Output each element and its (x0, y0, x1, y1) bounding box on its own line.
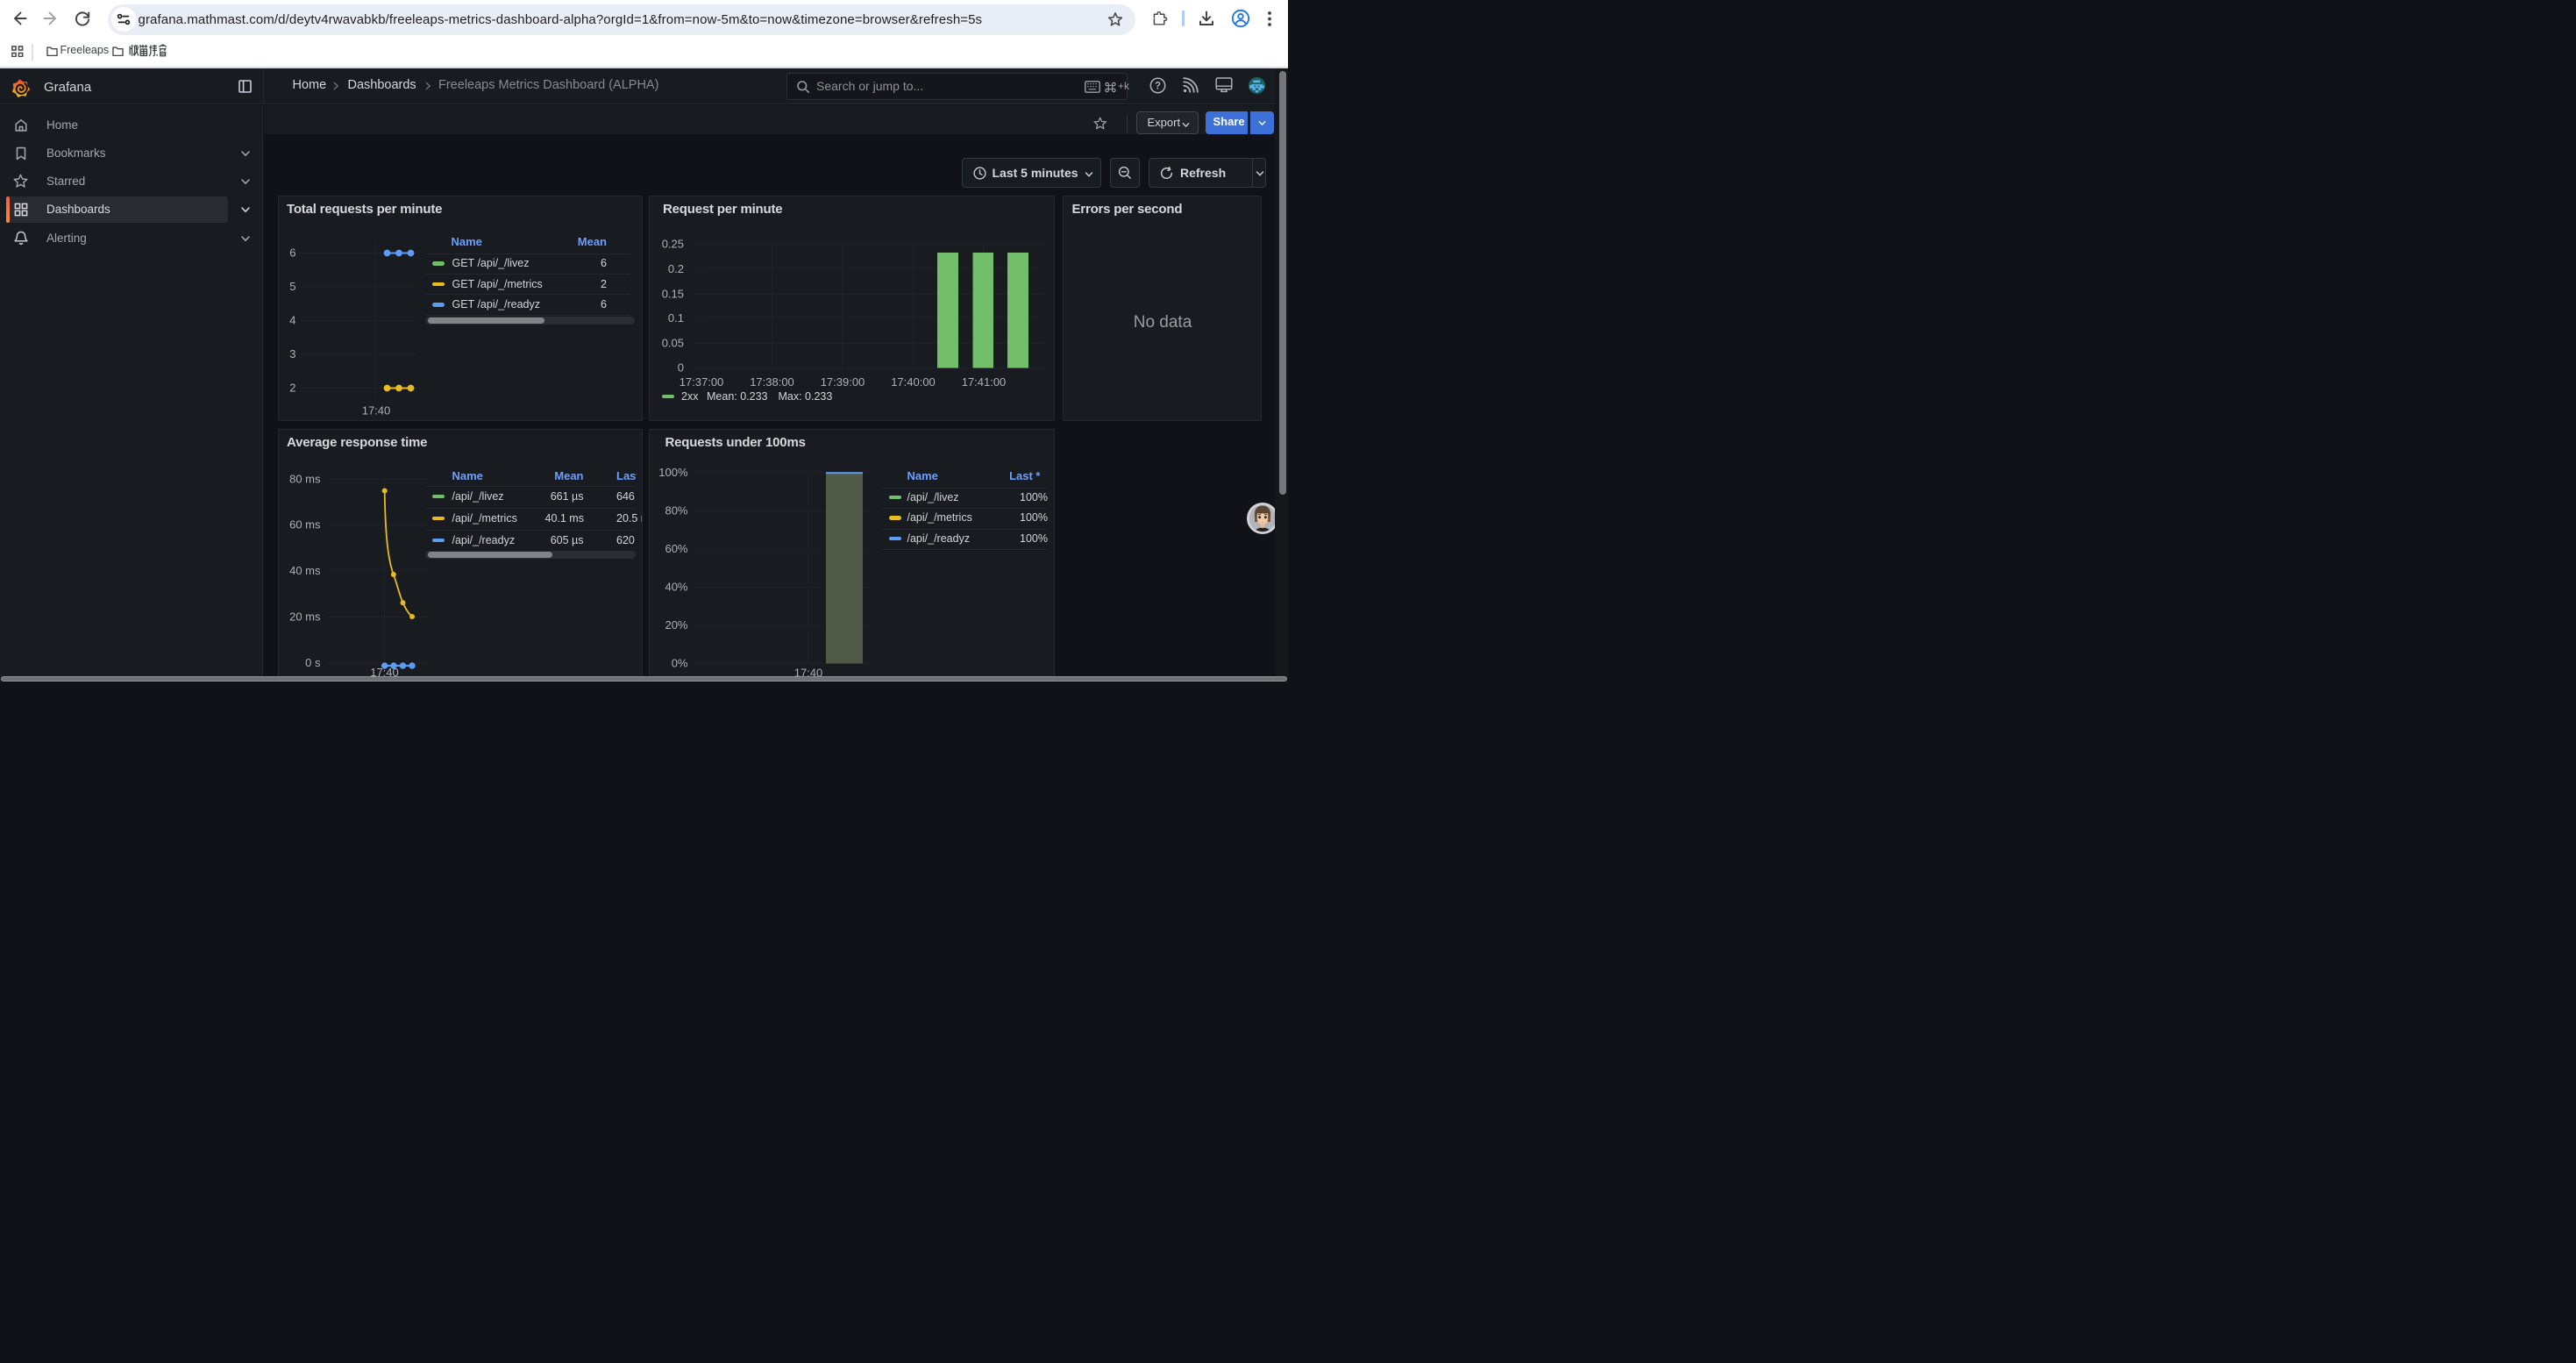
svg-text:80%: 80% (665, 504, 687, 517)
svg-text:17:37:00: 17:37:00 (680, 375, 724, 389)
svg-text:0.2: 0.2 (668, 262, 684, 275)
svg-text:40%: 40% (665, 581, 687, 594)
svg-text:0%: 0% (672, 657, 688, 670)
svg-text:5: 5 (289, 280, 295, 293)
svg-text:20%: 20% (665, 618, 687, 632)
svg-text:0.25: 0.25 (662, 238, 684, 251)
svg-text:4: 4 (289, 314, 295, 327)
svg-text:40 ms: 40 ms (289, 564, 321, 577)
svg-text:0.05: 0.05 (662, 337, 684, 350)
svg-text:0.1: 0.1 (668, 311, 684, 325)
svg-text:17:40: 17:40 (362, 404, 391, 417)
svg-text:2: 2 (289, 382, 295, 395)
svg-text:100%: 100% (658, 466, 688, 479)
svg-text:20 ms: 20 ms (289, 610, 321, 624)
svg-text:0.15: 0.15 (662, 288, 684, 301)
svg-text:6: 6 (289, 246, 295, 260)
svg-text:60 ms: 60 ms (289, 518, 321, 532)
svg-text:0 s: 0 s (305, 656, 321, 669)
svg-text:80 ms: 80 ms (289, 473, 321, 486)
svg-text:0: 0 (678, 361, 684, 375)
svg-text:60%: 60% (665, 542, 687, 555)
svg-text:17:40:00: 17:40:00 (891, 375, 936, 389)
svg-text:17:41:00: 17:41:00 (962, 375, 1007, 389)
svg-text:17:39:00: 17:39:00 (821, 375, 865, 389)
svg-text:?: ? (1155, 81, 1161, 91)
svg-text:3: 3 (289, 347, 295, 360)
svg-text:17:38:00: 17:38:00 (750, 375, 794, 389)
